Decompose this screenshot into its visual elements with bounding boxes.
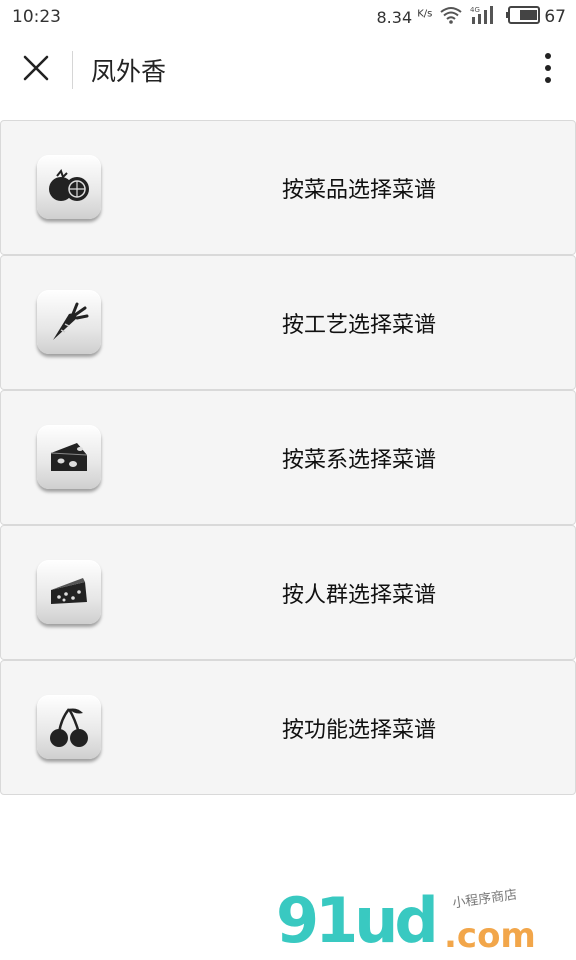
page-title: 凤外香 [91, 57, 167, 86]
signal-icon: 4G [470, 5, 498, 30]
wifi-icon [440, 6, 462, 29]
menu-item-label: 按菜系选择菜谱 [281, 447, 436, 473]
cherry-icon [37, 695, 101, 759]
battery-indicator: 67 [506, 5, 566, 29]
status-time: 10:23 [12, 7, 61, 27]
watermark-main: 91ud [276, 884, 439, 957]
cheese-icon [37, 425, 101, 489]
menu-item-label: 按菜品选择菜谱 [281, 177, 436, 203]
navigation-bar: 凤外香 [0, 34, 576, 106]
nav-divider [72, 51, 73, 89]
watermark-domain: .com [444, 916, 536, 956]
menu-item-by-cuisine[interactable]: 按菜系选择菜谱 [0, 390, 576, 525]
svg-text:4G: 4G [470, 6, 480, 14]
recipe-menu-list: 按菜品选择菜谱 按工艺选择菜谱 按菜系选择菜谱 按人群选择菜谱 按功能选择菜谱 [0, 120, 576, 795]
battery-icon [506, 5, 541, 29]
more-button[interactable] [520, 34, 576, 106]
battery-level: 67 [544, 7, 566, 27]
menu-item-by-technique[interactable]: 按工艺选择菜谱 [0, 255, 576, 390]
more-vertical-icon [544, 53, 552, 87]
watermark-tagline: 小程序商店 [451, 887, 519, 912]
cake-icon [37, 560, 101, 624]
menu-item-label: 按功能选择菜谱 [281, 717, 436, 743]
status-indicators: 8.34 K/s 4G 67 [376, 5, 566, 30]
watermark: 91ud 小程序商店 .com [276, 886, 576, 960]
carrot-icon [37, 290, 101, 354]
menu-item-label: 按工艺选择菜谱 [281, 312, 436, 338]
menu-item-by-group[interactable]: 按人群选择菜谱 [0, 525, 576, 660]
close-button[interactable] [0, 34, 72, 106]
menu-item-by-dish[interactable]: 按菜品选择菜谱 [0, 120, 576, 255]
close-icon [23, 55, 49, 85]
menu-item-by-function[interactable]: 按功能选择菜谱 [0, 660, 576, 795]
network-speed: 8.34 K/s [376, 7, 433, 27]
menu-item-label: 按人群选择菜谱 [281, 582, 436, 608]
status-bar: 10:23 8.34 K/s 4G 67 [0, 0, 576, 34]
tomato-icon [37, 155, 101, 219]
